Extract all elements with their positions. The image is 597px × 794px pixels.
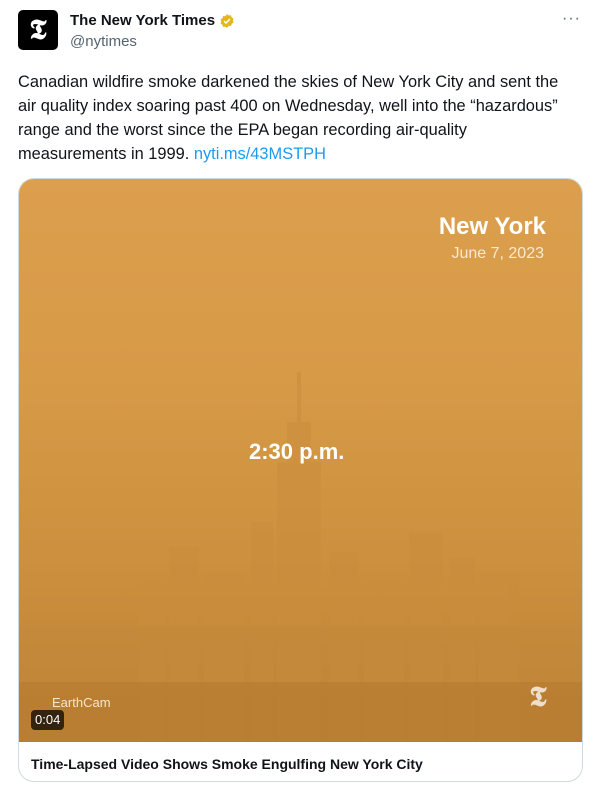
nyt-logo-icon: 𝕿 [29, 13, 47, 46]
card-title[interactable]: Time-Lapsed Video Shows Smoke Engulfing … [31, 756, 423, 772]
time-overlay: 2:30 p.m. [249, 439, 345, 464]
author-name-row: The New York Times [70, 12, 235, 29]
author-handle[interactable]: @nytimes [70, 33, 137, 50]
video-card[interactable]: New York June 7, 2023 2:30 p.m. EarthCam… [18, 178, 583, 782]
nyt-watermark-icon: 𝕿 [529, 680, 547, 713]
author-display-name[interactable]: The New York Times [70, 12, 215, 29]
tweet-link[interactable]: nyti.ms/43MSTPH [194, 145, 326, 163]
avatar[interactable]: 𝕿 [18, 10, 58, 50]
more-options-icon[interactable]: ··· [562, 10, 581, 28]
date-overlay: June 7, 2023 [451, 245, 544, 262]
city-overlay: New York [438, 213, 546, 240]
earthcam-credit: EarthCam [52, 695, 111, 710]
verified-badge-icon [220, 13, 234, 28]
video-duration: 0:04 [31, 710, 65, 730]
skyline-image [19, 372, 582, 742]
tweet: 𝕿 The New York Times @nytimes ··· Canadi… [0, 0, 597, 794]
video-player[interactable]: New York June 7, 2023 2:30 p.m. EarthCam… [19, 179, 582, 742]
tweet-text: Canadian wildfire smoke darkened the ski… [18, 70, 574, 166]
